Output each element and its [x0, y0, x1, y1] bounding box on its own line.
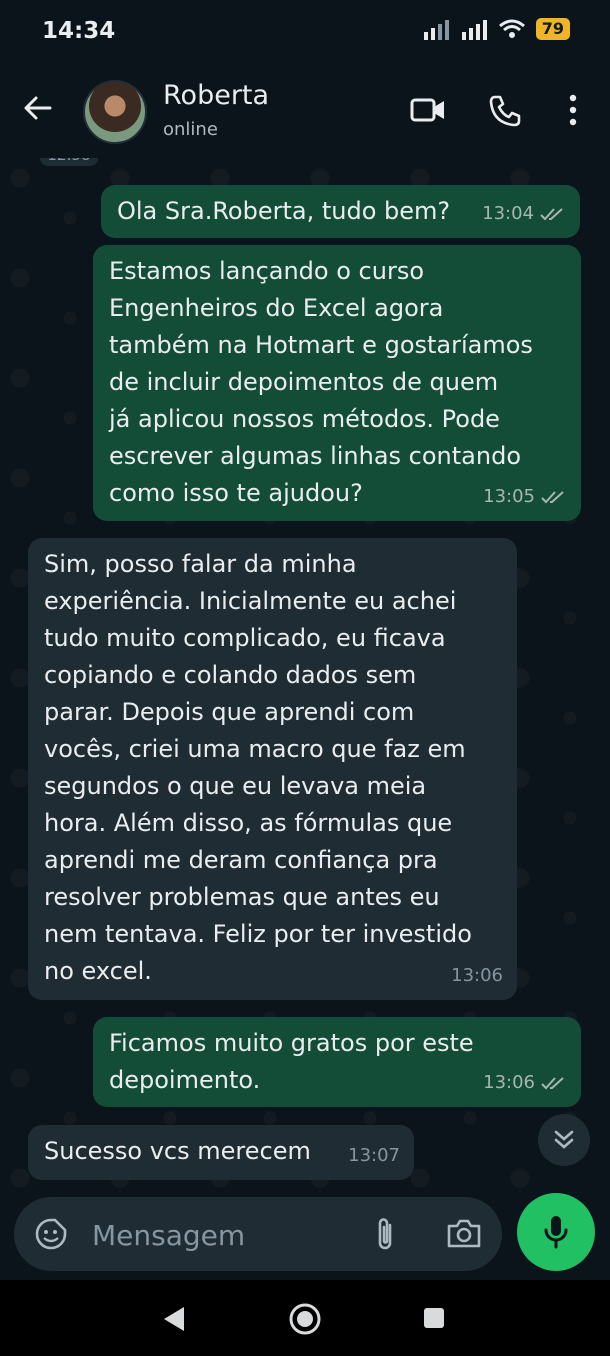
signal-icon — [423, 20, 449, 40]
time-chip: 12:58 — [40, 158, 98, 166]
status-time: 14:34 — [42, 18, 116, 44]
message-text: Ola Sra.Roberta, tudo bem? — [117, 197, 451, 225]
contact-name[interactable]: Roberta — [163, 80, 269, 111]
message-meta: 13:05 — [483, 478, 567, 515]
message-text: Sucesso vcs merecem — [44, 1137, 311, 1165]
contact-status: online — [163, 119, 218, 140]
message-bubble-incoming[interactable]: Sucesso vcs merecem 13:07 — [28, 1125, 414, 1180]
video-call-icon[interactable] — [410, 94, 446, 126]
message-composer — [14, 1197, 502, 1271]
message-meta: 13:06 — [483, 1064, 567, 1101]
nav-back-icon[interactable] — [162, 1305, 188, 1333]
message-bubble-outgoing[interactable]: Ficamos muito gratos por este depoimento… — [93, 1017, 581, 1107]
message-meta: 13:04 — [482, 195, 566, 232]
voice-record-button[interactable] — [517, 1193, 595, 1271]
status-icons: 79 — [423, 18, 570, 40]
more-vert-icon[interactable] — [566, 94, 580, 126]
message-meta: 13:07 — [348, 1137, 400, 1174]
double-check-icon — [541, 1076, 564, 1089]
message-time: 13:06 — [451, 965, 503, 986]
nav-recents-icon[interactable] — [422, 1306, 446, 1330]
message-time: 13:07 — [348, 1145, 400, 1166]
message-time: 13:04 — [482, 203, 534, 224]
message-bubble-incoming[interactable]: Sim, posso falar da minha experiência. I… — [28, 538, 517, 1000]
chat-header: Roberta online — [0, 66, 610, 158]
double-chevron-down-icon — [554, 1130, 574, 1149]
message-input[interactable] — [90, 1211, 354, 1259]
chat-area[interactable]: 12:58 Ola Sra.Roberta, tudo bem? 13:04 E… — [0, 158, 610, 1198]
message-bubble-outgoing[interactable]: Ola Sra.Roberta, tudo bem? 13:04 — [101, 185, 580, 238]
system-nav-bar — [0, 1280, 610, 1356]
scroll-to-bottom-button[interactable] — [538, 1114, 590, 1166]
voice-call-icon[interactable] — [488, 94, 522, 128]
wifi-icon — [498, 19, 525, 38]
message-time: 13:06 — [483, 1072, 535, 1093]
sticker-icon[interactable] — [34, 1217, 68, 1251]
message-bubble-outgoing[interactable]: Estamos lançando o curso Engenheiros do … — [93, 245, 581, 521]
nav-home-icon[interactable] — [288, 1302, 322, 1336]
status-bar: 14:34 79 — [0, 0, 610, 66]
double-check-icon — [540, 207, 563, 220]
avatar[interactable] — [83, 80, 147, 144]
message-time: 13:05 — [483, 486, 535, 507]
message-text: Estamos lançando o curso Engenheiros do … — [109, 257, 533, 507]
camera-icon[interactable] — [446, 1217, 482, 1249]
message-meta: 13:06 — [451, 957, 503, 994]
arrow-left-icon[interactable] — [22, 92, 54, 124]
microphone-icon — [544, 1216, 568, 1249]
battery-badge: 79 — [535, 18, 570, 40]
signal-icon-2 — [461, 20, 487, 40]
message-text: Sim, posso falar da minha experiência. I… — [44, 550, 472, 985]
paperclip-icon[interactable] — [372, 1215, 398, 1253]
double-check-icon — [541, 490, 564, 503]
